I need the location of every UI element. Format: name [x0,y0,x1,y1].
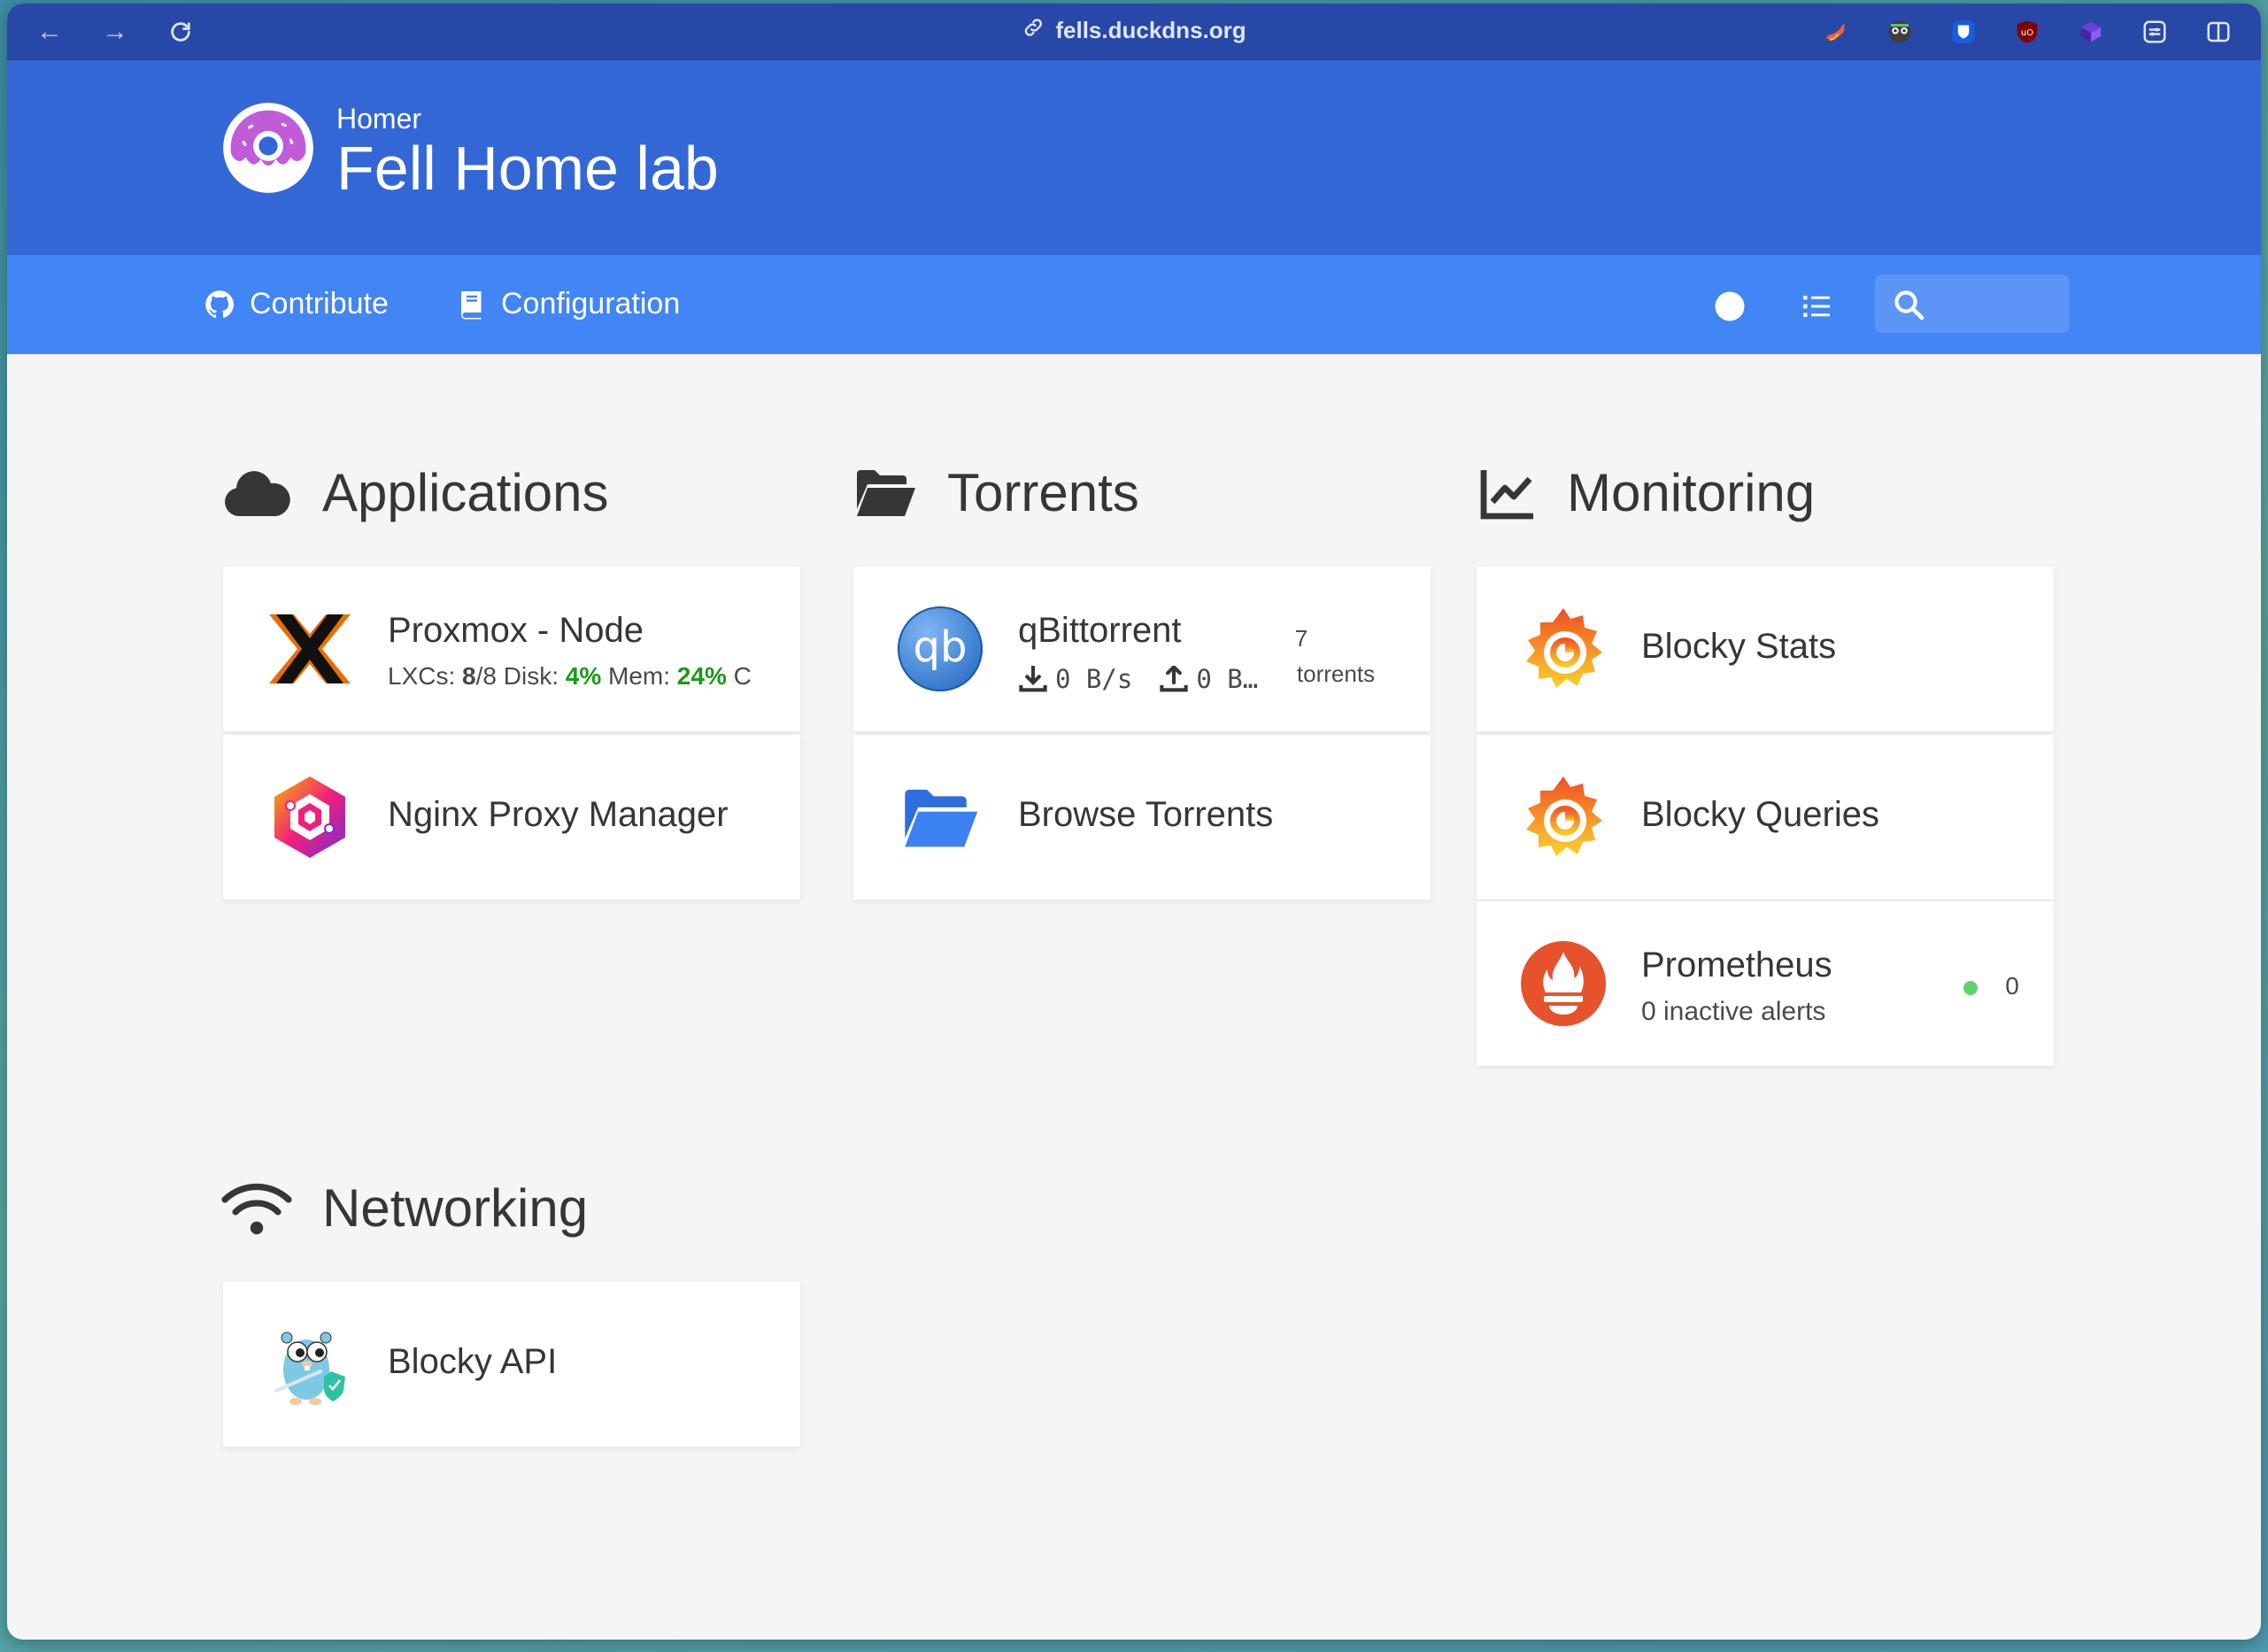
service-card-proxmox[interactable]: Proxmox - Node LXCs: 8/8 Disk: 4% Mem: 2… [223,567,800,731]
service-card-nginx-proxy-manager[interactable]: Nginx Proxy Manager [223,735,800,899]
wifi-icon [221,1183,292,1234]
github-icon [205,289,234,318]
prometheus-icon [1519,939,1608,1028]
link-icon [1022,16,1045,45]
group-title-applications: Applications [221,462,609,523]
sidebar-toggle-icon[interactable] [2204,18,2233,46]
reload-icon[interactable] [165,16,197,48]
configuration-label: Configuration [501,287,681,320]
search-icon [1893,289,1925,320]
service-title: Nginx Proxy Manager [388,795,729,834]
search-input[interactable] [1933,283,2057,324]
proxmox-icon [266,605,354,693]
svg-text:qb: qb [914,622,968,672]
ext-cube-icon[interactable] [2077,18,2105,46]
service-card-blocky-stats[interactable]: Blocky Stats [1477,567,2054,731]
configuration-link[interactable]: Configuration [457,287,680,321]
layout-toggle-button[interactable] [1799,289,1834,324]
cloud-icon [225,470,290,516]
lxcs-label: LXCs: [388,662,456,690]
service-title: qBittorrent [1018,611,1182,650]
gopher-icon [266,1320,354,1409]
service-title: Browse Torrents [1018,795,1274,834]
ublock-icon[interactable]: uO [2013,18,2041,46]
back-icon[interactable]: ← [34,16,66,48]
service-card-prometheus[interactable]: Prometheus 0 inactive alerts 0 [1477,901,2054,1066]
donut-logo-icon[interactable] [221,101,315,195]
service-title: Blocky Queries [1641,795,1879,834]
svg-text:uO: uO [2021,28,2033,38]
cpu-label: C [733,662,752,690]
upload-icon [1160,666,1188,692]
extensions-icon[interactable] [2141,18,2169,46]
group-title-networking: Networking [221,1177,588,1239]
ext-foxy-icon[interactable] [1822,18,1850,46]
group-name: Monitoring [1567,463,1816,522]
service-title: Proxmox - Node [388,611,644,650]
circle-theme-icon [1715,291,1745,321]
group-title-torrents: Torrents [853,462,1139,523]
download-rate: 0 B/s [1055,664,1133,694]
theme-toggle-button[interactable] [1712,289,1747,324]
status-dot-icon [1963,981,1978,995]
group-name: Networking [322,1178,589,1238]
service-title: Blocky Stats [1641,627,1837,666]
folder-open-icon [857,469,915,516]
service-card-blocky-api[interactable]: Blocky API [223,1282,800,1447]
chart-line-icon [1480,469,1533,519]
page-title: Fell Home lab [336,134,719,203]
service-card-qbittorrent[interactable]: qb qBittorrent 0 B/s 0 B… 7 torrents [853,567,1431,731]
folder-open-blue-icon [896,773,984,861]
torrent-count-label: torrents [1296,660,1376,687]
header-subtitle: Homer [336,103,422,135]
forward-icon[interactable]: → [99,16,131,48]
grafana-icon [1519,605,1608,693]
url-text: fells.duckdns.org [1055,17,1246,43]
service-card-browse-torrents[interactable]: Browse Torrents [853,735,1431,899]
prometheus-subtitle: 0 inactive alerts [1641,997,1826,1026]
service-card-blocky-queries[interactable]: Blocky Queries [1477,735,2054,899]
book-icon [461,290,482,319]
torrent-count: 7 [1294,625,1308,652]
group-name: Torrents [947,463,1139,522]
transfer-rates: 0 B/s 0 B… [1018,664,1284,694]
bitwarden-icon[interactable] [1949,18,1978,46]
lxcs-value: 8 [462,662,476,690]
qbittorrent-icon: qb [896,605,984,693]
contribute-label: Contribute [250,287,389,320]
mem-label: Mem: [608,662,671,690]
contribute-link[interactable]: Contribute [204,287,389,321]
browser-window: ← → fells.duckdns.org uO Homer Fell Home… [7,4,2261,1640]
download-icon [1019,666,1047,692]
group-name: Applications [322,463,609,522]
address-bar[interactable]: fells.duckdns.org [1022,16,1246,45]
group-title-monitoring: Monitoring [1480,462,1815,523]
mem-value: 24% [676,662,727,690]
ext-glasses-icon[interactable] [1886,18,1914,46]
grafana-icon [1519,773,1608,861]
service-title: Blocky API [388,1342,558,1381]
nginx-proxy-manager-icon [266,773,354,861]
page-header: Homer Fell Home lab [7,60,2261,255]
disk-label: Disk: [503,662,559,690]
lxcs-total: /8 [475,662,497,690]
proxmox-stats: LXCs: 8/8 Disk: 4% Mem: 24% C [388,662,777,691]
upload-rate: 0 B… [1196,664,1259,694]
disk-value: 4% [565,662,602,690]
list-icon [1803,296,1830,317]
alert-count: 0 [2005,972,2019,1000]
browser-toolbar: ← → fells.duckdns.org uO [7,4,2261,60]
service-title: Prometheus [1641,946,1832,984]
